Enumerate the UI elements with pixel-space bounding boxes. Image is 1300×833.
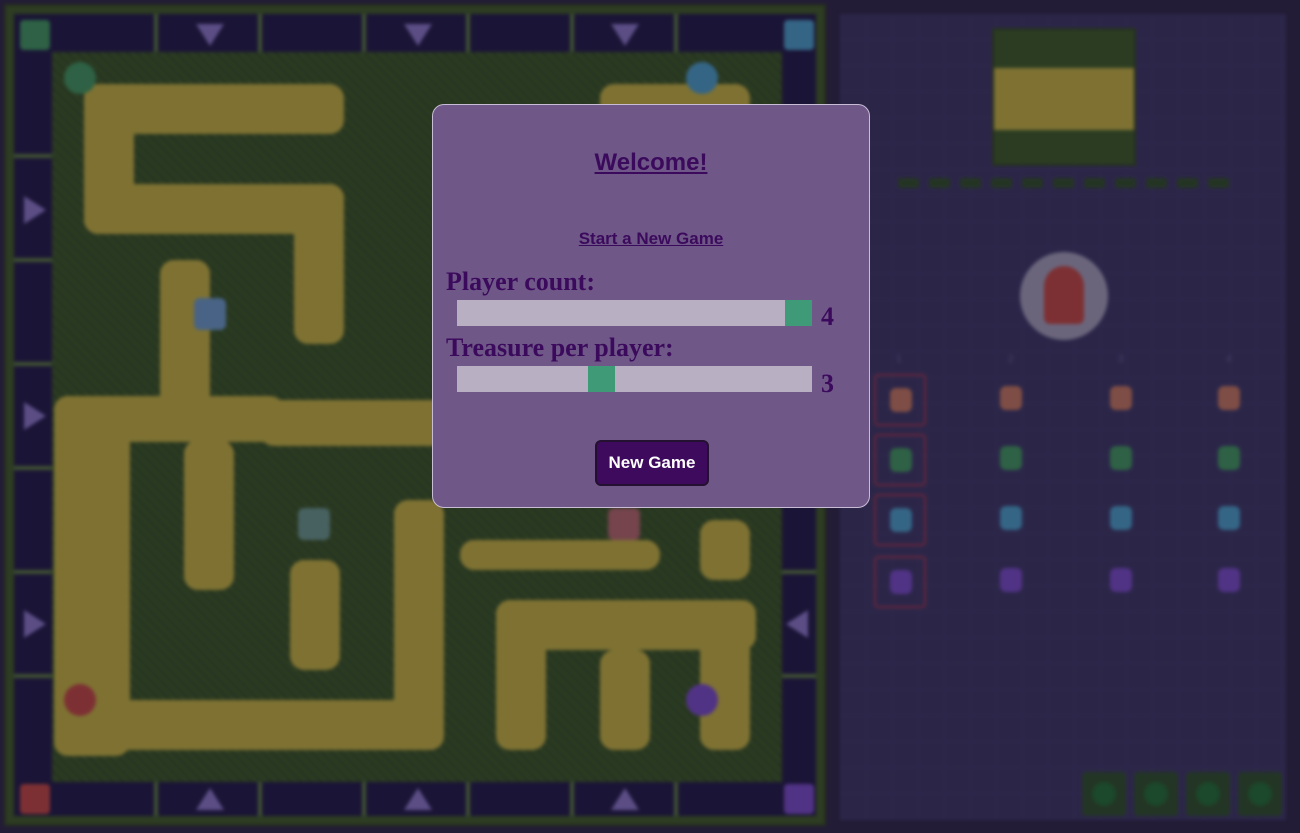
treasure-per-player-value: 3: [821, 369, 834, 398]
slider-thumb[interactable]: [785, 300, 812, 326]
new-game-button[interactable]: New Game: [595, 440, 709, 486]
player-count-value: 4: [821, 302, 834, 331]
player-count-label: Player count:: [446, 267, 595, 296]
slider-thumb[interactable]: [588, 366, 615, 392]
player-count-slider[interactable]: [457, 300, 812, 326]
welcome-dialog: Welcome! Start a New Game Player count: …: [432, 104, 870, 508]
treasure-per-player-slider[interactable]: [457, 366, 812, 392]
start-new-game-heading: Start a New Game: [578, 229, 724, 248]
dialog-title: Welcome!: [594, 149, 708, 176]
treasure-per-player-label: Treasure per player:: [446, 333, 674, 362]
